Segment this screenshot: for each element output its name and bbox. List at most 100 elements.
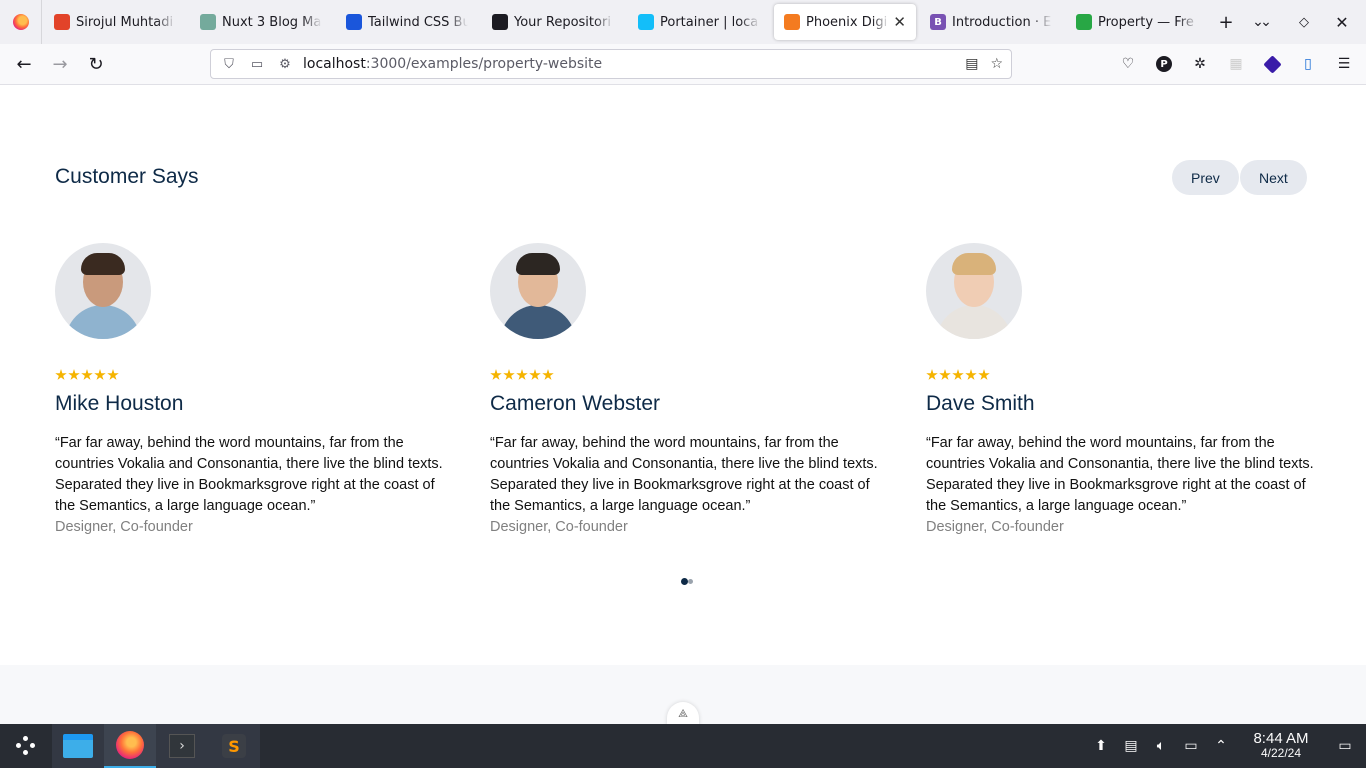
browser-tab[interactable]: Property — Fre bbox=[1066, 4, 1208, 40]
tab-label: Sirojul Muhtadi bbox=[76, 14, 174, 30]
avatar bbox=[926, 243, 1022, 339]
firefox-icon bbox=[116, 731, 144, 759]
pocket-icon[interactable]: ♡ bbox=[1112, 48, 1144, 80]
back-icon[interactable]: ← bbox=[6, 48, 42, 80]
nuxt-devtools-icon[interactable]: ⟁ bbox=[667, 702, 699, 726]
tab-close-icon[interactable]: ✕ bbox=[893, 13, 906, 31]
tab-favicon-icon bbox=[638, 14, 654, 30]
page-icon[interactable]: ▭ bbox=[247, 57, 267, 72]
network-icon[interactable]: ▭ bbox=[1176, 738, 1206, 754]
star-icon bbox=[81, 369, 93, 380]
browser-tab[interactable]: Sirojul Muhtadi bbox=[44, 4, 186, 40]
tab-label: Portainer | loca bbox=[660, 14, 759, 30]
tray-expand-icon[interactable]: ⌃ bbox=[1206, 738, 1236, 754]
star-icon bbox=[952, 369, 964, 380]
update-icon[interactable]: ⬆ bbox=[1086, 738, 1116, 754]
testimonial-card: Mike Houston “Far far away, behind the w… bbox=[55, 243, 445, 538]
taskbar: › S ⬆ ▤ 🔈︎ ▭ ⌃ 8:44 AM 4/22/24 ▭ bbox=[0, 724, 1366, 768]
tab-favicon-icon bbox=[346, 14, 362, 30]
star-icon bbox=[68, 369, 80, 380]
taskbar-terminal[interactable]: › bbox=[156, 724, 208, 768]
browser-tab[interactable]: Tailwind CSS Bu bbox=[336, 4, 478, 40]
star-icon bbox=[55, 369, 67, 380]
firefox-icon bbox=[12, 14, 29, 30]
launcher-icon bbox=[16, 736, 36, 756]
terminal-icon: › bbox=[169, 734, 195, 758]
menu-icon[interactable]: ☰ bbox=[1328, 48, 1360, 80]
page-content: Customer Says Prev Next Mike Houston “Fa… bbox=[0, 85, 1366, 726]
minimize-icon[interactable]: ⌄ bbox=[1250, 6, 1282, 38]
show-desktop-icon[interactable]: ▭ bbox=[1330, 738, 1360, 754]
extension-grid-icon[interactable]: ▦ bbox=[1220, 48, 1252, 80]
carousel-dot[interactable] bbox=[688, 579, 693, 584]
taskbar-firefox[interactable] bbox=[104, 724, 156, 768]
forward-icon[interactable]: → bbox=[42, 48, 78, 80]
testimonial-card: Cameron Webster “Far far away, behind th… bbox=[490, 243, 880, 538]
star-icon bbox=[965, 369, 977, 380]
browser-tab[interactable]: Nuxt 3 Blog Ma bbox=[190, 4, 332, 40]
url-path: :3000/examples/property-website bbox=[365, 56, 603, 72]
extension-diamond-icon[interactable] bbox=[1256, 48, 1288, 80]
star-icon bbox=[490, 369, 502, 380]
shield-icon[interactable]: ⛉ bbox=[219, 57, 239, 72]
star-icon bbox=[926, 369, 938, 380]
browser-tab[interactable]: Your Repositori bbox=[482, 4, 624, 40]
avatar bbox=[490, 243, 586, 339]
system-tray: ⬆ ▤ 🔈︎ ▭ ⌃ 8:44 AM 4/22/24 ▭ bbox=[1086, 724, 1366, 768]
tab-favicon-icon bbox=[200, 14, 216, 30]
tab-label: Nuxt 3 Blog Ma bbox=[222, 14, 322, 30]
sublime-icon: S bbox=[222, 734, 246, 758]
reload-icon[interactable]: ↻ bbox=[78, 48, 114, 80]
browser-tab[interactable]: Phoenix Digi ✕ bbox=[774, 4, 916, 40]
extensions-puzzle-icon[interactable]: ✲ bbox=[1184, 48, 1216, 80]
star-icon bbox=[503, 369, 515, 380]
testimonial-role: Designer, Co-founder bbox=[55, 519, 193, 535]
testimonial-role: Designer, Co-founder bbox=[926, 519, 1064, 535]
tab-label: Introduction · E bbox=[952, 14, 1052, 30]
folder-icon bbox=[63, 734, 93, 758]
reader-view-icon[interactable]: ▤ bbox=[965, 56, 978, 72]
star-rating bbox=[55, 369, 445, 381]
tab-favicon-icon bbox=[492, 14, 508, 30]
bookmark-star-icon[interactable]: ☆ bbox=[990, 56, 1003, 72]
clipboard-icon[interactable]: ▤ bbox=[1116, 738, 1146, 754]
testimonial-card: Dave Smith “Far far away, behind the wor… bbox=[926, 243, 1316, 538]
testimonial-role: Designer, Co-founder bbox=[490, 519, 628, 535]
browser-tab-bar: Sirojul Muhtadi Nuxt 3 Blog Ma Tailwind CS… bbox=[0, 0, 1366, 44]
app-launcher-button[interactable] bbox=[0, 724, 52, 768]
avatar bbox=[55, 243, 151, 339]
extension-p-icon[interactable]: P bbox=[1148, 48, 1180, 80]
testimonial-quote: “Far far away, behind the word mountains… bbox=[926, 435, 1314, 514]
browser-nav-bar: ← → ↻ ⛉ ▭ ⚙ localhost:3000/examples/prop… bbox=[0, 44, 1366, 85]
tab-label: Property — Fre bbox=[1098, 14, 1194, 30]
taskbar-sublime[interactable]: S bbox=[208, 724, 260, 768]
testimonial-quote: “Far far away, behind the word mountains… bbox=[55, 435, 443, 514]
star-rating bbox=[490, 369, 880, 381]
url-bar[interactable]: ⛉ ▭ ⚙ localhost:3000/examples/property-w… bbox=[210, 49, 1012, 79]
prev-button[interactable]: Prev bbox=[1172, 160, 1239, 195]
tab-strip: Sirojul Muhtadi Nuxt 3 Blog Ma Tailwind CS… bbox=[42, 4, 1210, 40]
star-icon bbox=[529, 369, 541, 380]
carousel-dots bbox=[681, 578, 693, 585]
new-tab-button[interactable]: + bbox=[1210, 6, 1242, 38]
testimonial-quote: “Far far away, behind the word mountains… bbox=[490, 435, 878, 514]
star-rating bbox=[926, 369, 1316, 381]
permissions-icon[interactable]: ⚙ bbox=[275, 57, 295, 72]
star-icon bbox=[939, 369, 951, 380]
close-window-icon[interactable]: ✕ bbox=[1326, 6, 1358, 38]
maximize-icon[interactable]: ◇ bbox=[1288, 6, 1320, 38]
carousel-dot[interactable] bbox=[681, 578, 688, 585]
clock[interactable]: 8:44 AM 4/22/24 bbox=[1236, 731, 1326, 760]
testimonial-name: Dave Smith bbox=[926, 392, 1035, 415]
next-button[interactable]: Next bbox=[1240, 160, 1307, 195]
taskbar-file-manager[interactable] bbox=[52, 724, 104, 768]
extension-phone-icon[interactable]: ▯ bbox=[1292, 48, 1324, 80]
firefox-view-button[interactable] bbox=[0, 0, 42, 44]
star-icon bbox=[516, 369, 528, 380]
volume-icon[interactable]: 🔈︎ bbox=[1146, 738, 1176, 754]
browser-tab[interactable]: B Introduction · E bbox=[920, 4, 1062, 40]
url-host: localhost bbox=[303, 56, 366, 72]
browser-tab[interactable]: Portainer | loca bbox=[628, 4, 770, 40]
star-icon bbox=[94, 369, 106, 380]
star-icon bbox=[978, 369, 990, 380]
